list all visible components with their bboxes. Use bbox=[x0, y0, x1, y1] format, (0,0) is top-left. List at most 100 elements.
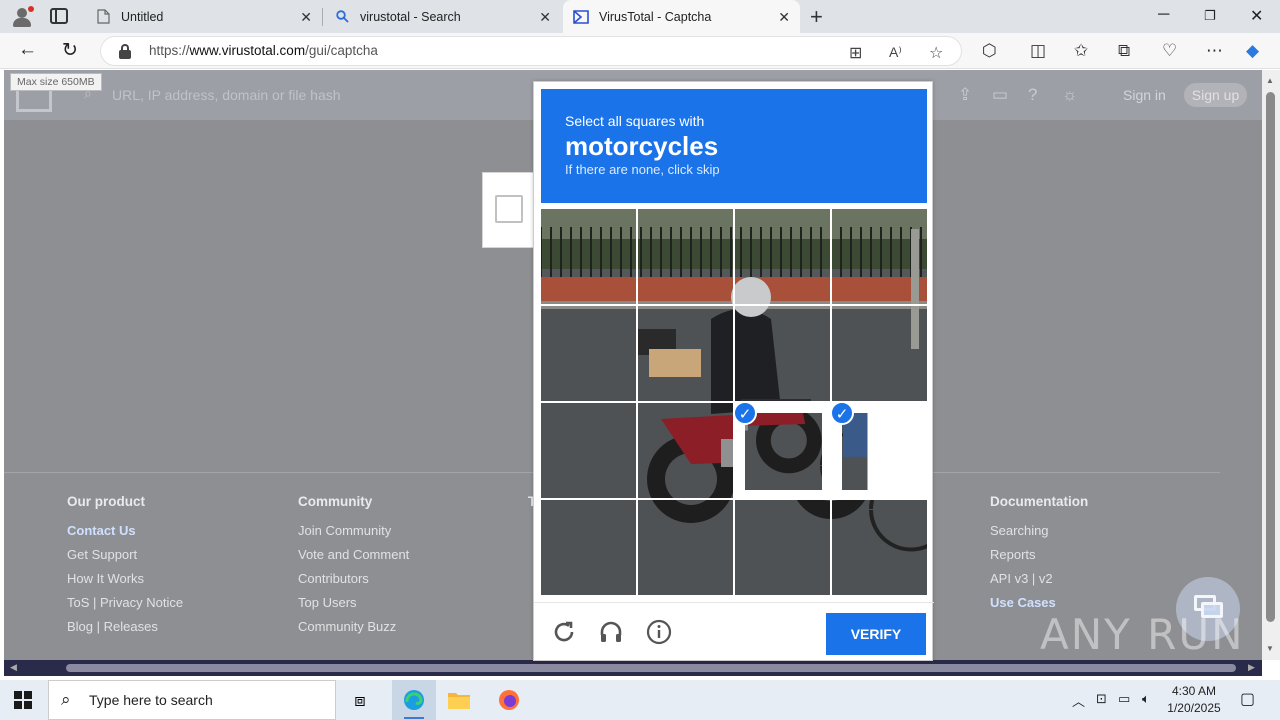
network-drive-icon[interactable]: ⊡ bbox=[1096, 691, 1107, 707]
anyrun-watermark: ANY RUN bbox=[1040, 610, 1245, 659]
url-text[interactable]: https://www.virustotal.com/gui/captcha bbox=[149, 43, 378, 58]
captcha-tile[interactable] bbox=[832, 209, 927, 304]
captcha-tile[interactable] bbox=[541, 403, 636, 498]
captcha-tile[interactable] bbox=[541, 500, 636, 595]
captcha-dialog: Select all squares with motorcycles If t… bbox=[533, 81, 934, 661]
footer-link-how-it-works[interactable]: How It Works bbox=[67, 571, 183, 588]
captcha-tile[interactable] bbox=[638, 500, 733, 595]
tab-untitled[interactable]: Untitled ✕ bbox=[85, 0, 322, 33]
captcha-hint: If there are none, click skip bbox=[565, 162, 720, 177]
tab-strip: Untitled ✕ virustotal - Search ✕ VirusTo… bbox=[0, 0, 1280, 33]
favorites-icon[interactable]: ✩ bbox=[1074, 41, 1088, 61]
start-button[interactable] bbox=[14, 691, 32, 709]
system-clock[interactable]: 4:30 AM 1/20/2025 bbox=[1164, 683, 1224, 717]
captcha-instruction-banner: Select all squares with motorcycles If t… bbox=[541, 89, 927, 203]
extensions-icon[interactable]: ⬡ bbox=[982, 41, 997, 61]
footer-link-top-users[interactable]: Top Users bbox=[298, 595, 409, 612]
footer-heading: Our product bbox=[67, 494, 145, 509]
back-button[interactable]: ← bbox=[18, 39, 37, 61]
captcha-tile[interactable] bbox=[541, 209, 636, 304]
split-screen-icon[interactable]: ◫ bbox=[1030, 41, 1046, 61]
lock-icon[interactable] bbox=[119, 44, 131, 59]
footer-link-contact-us[interactable]: Contact Us bbox=[67, 523, 183, 540]
restore-icon[interactable]: ❐ bbox=[1204, 8, 1216, 24]
close-tab-icon[interactable]: ✕ bbox=[778, 9, 790, 26]
vertical-scrollbar[interactable]: ▲ ▼ bbox=[1262, 70, 1280, 660]
tab-title: Untitled bbox=[121, 9, 164, 24]
read-aloud-icon[interactable]: A⁾ bbox=[889, 44, 902, 61]
footer-heading: Community bbox=[298, 494, 373, 509]
tab-virustotal-captcha[interactable]: VirusTotal - Captcha ✕ bbox=[563, 0, 800, 33]
file-explorer-icon[interactable] bbox=[441, 686, 477, 714]
app-available-icon[interactable]: ⊞ bbox=[849, 43, 862, 63]
volume-icon[interactable]: 🔈︎ bbox=[1142, 691, 1150, 707]
site-search-input[interactable]: URL, IP address, domain or file hash bbox=[112, 87, 341, 103]
firefox-icon[interactable] bbox=[491, 686, 527, 714]
sign-up-button[interactable]: Sign up bbox=[1184, 83, 1247, 107]
captcha-tile[interactable] bbox=[638, 209, 733, 304]
browser-essentials-icon[interactable]: ♡ bbox=[1162, 41, 1177, 61]
captcha-target: motorcycles bbox=[565, 131, 719, 161]
chat-icon[interactable]: ▭ bbox=[992, 85, 1008, 105]
captcha-tile[interactable] bbox=[638, 306, 733, 401]
verify-button[interactable]: VERIFY bbox=[826, 613, 926, 655]
close-tab-icon[interactable]: ✕ bbox=[539, 9, 551, 26]
close-tab-icon[interactable]: ✕ bbox=[300, 9, 312, 26]
footer-link-join-community[interactable]: Join Community bbox=[298, 523, 409, 540]
captcha-tile[interactable] bbox=[832, 306, 927, 401]
captcha-tile[interactable] bbox=[735, 500, 830, 595]
virustotal-icon bbox=[573, 9, 589, 25]
footer-link-community-buzz[interactable]: Community Buzz bbox=[298, 619, 409, 636]
network-icon[interactable]: ▭ bbox=[1118, 691, 1130, 707]
footer-link-contributors[interactable]: Contributors bbox=[298, 571, 409, 588]
address-toolbar: ← ↻ https://www.virustotal.com/gui/captc… bbox=[0, 33, 1280, 69]
clock-date: 1/20/2025 bbox=[1167, 701, 1221, 715]
footer-link-tos-privacy[interactable]: ToS | Privacy Notice bbox=[67, 595, 183, 612]
upload-icon[interactable]: ⇪ bbox=[958, 85, 972, 105]
tab-actions-icon[interactable] bbox=[50, 8, 68, 24]
footer-link-vote-comment[interactable]: Vote and Comment bbox=[298, 547, 409, 564]
theme-toggle-icon[interactable]: ☼ bbox=[1062, 85, 1078, 105]
windows-taskbar: ⌕ Type here to search ⧈ ︿ ⊡ ▭ 🔈︎ 4:30 AM… bbox=[0, 680, 1280, 720]
profile-icon[interactable] bbox=[10, 5, 34, 29]
notifications-icon[interactable]: ▢ bbox=[1240, 689, 1255, 709]
new-tab-button[interactable]: + bbox=[810, 4, 823, 30]
footer-link-searching[interactable]: Searching bbox=[990, 523, 1088, 540]
taskbar-search[interactable]: ⌕ Type here to search bbox=[48, 680, 336, 720]
audio-challenge-icon[interactable] bbox=[598, 619, 624, 645]
captcha-tile[interactable] bbox=[735, 209, 830, 304]
horizontal-scrollbar[interactable]: ◀ ▶ bbox=[4, 660, 1262, 676]
footer-link-blog-releases[interactable]: Blog | Releases bbox=[67, 619, 183, 636]
captcha-tile[interactable] bbox=[735, 306, 830, 401]
close-window-icon[interactable]: ✕ bbox=[1250, 6, 1263, 26]
edge-taskbar-icon[interactable] bbox=[396, 686, 432, 714]
settings-more-icon[interactable]: ⋯ bbox=[1206, 41, 1223, 61]
sign-in-link[interactable]: Sign in bbox=[1123, 87, 1166, 103]
upload-tooltip: Max size 650MB bbox=[10, 73, 102, 91]
captcha-tile[interactable] bbox=[638, 403, 733, 498]
footer-link-reports[interactable]: Reports bbox=[990, 547, 1088, 564]
help-icon[interactable]: ? bbox=[1028, 85, 1037, 105]
footer-link-api[interactable]: API v3 | v2 bbox=[990, 571, 1088, 588]
show-hidden-icons[interactable]: ︿ bbox=[1072, 691, 1085, 710]
footer-col-our-product: Our product Contact Us Get Support How I… bbox=[67, 494, 183, 643]
tab-virustotal-search[interactable]: virustotal - Search ✕ bbox=[324, 0, 561, 33]
info-icon[interactable] bbox=[646, 619, 672, 645]
captcha-tile-selected[interactable]: ✓ bbox=[830, 401, 927, 498]
captcha-tile[interactable] bbox=[832, 500, 927, 595]
footer-link-get-support[interactable]: Get Support bbox=[67, 547, 183, 564]
refresh-button[interactable]: ↻ bbox=[62, 39, 78, 62]
captcha-instruction: Select all squares with bbox=[565, 113, 705, 129]
captcha-tile[interactable] bbox=[541, 306, 636, 401]
task-view-icon[interactable]: ⧈ bbox=[342, 686, 378, 714]
captcha-tile-selected[interactable]: ✓ bbox=[733, 401, 830, 498]
collections-icon[interactable]: ⧉ bbox=[1118, 41, 1130, 61]
copilot-icon[interactable]: ◆ bbox=[1246, 41, 1259, 61]
search-icon bbox=[334, 9, 350, 25]
captcha-checkbox[interactable] bbox=[495, 195, 523, 223]
favorite-star-icon[interactable]: ☆ bbox=[929, 43, 943, 63]
reload-icon[interactable] bbox=[551, 619, 577, 645]
address-bar[interactable]: https://www.virustotal.com/gui/captcha ⊞… bbox=[100, 36, 962, 66]
tile-selected-check-icon: ✓ bbox=[733, 401, 757, 425]
minimize-icon[interactable]: ─ bbox=[1158, 6, 1169, 24]
